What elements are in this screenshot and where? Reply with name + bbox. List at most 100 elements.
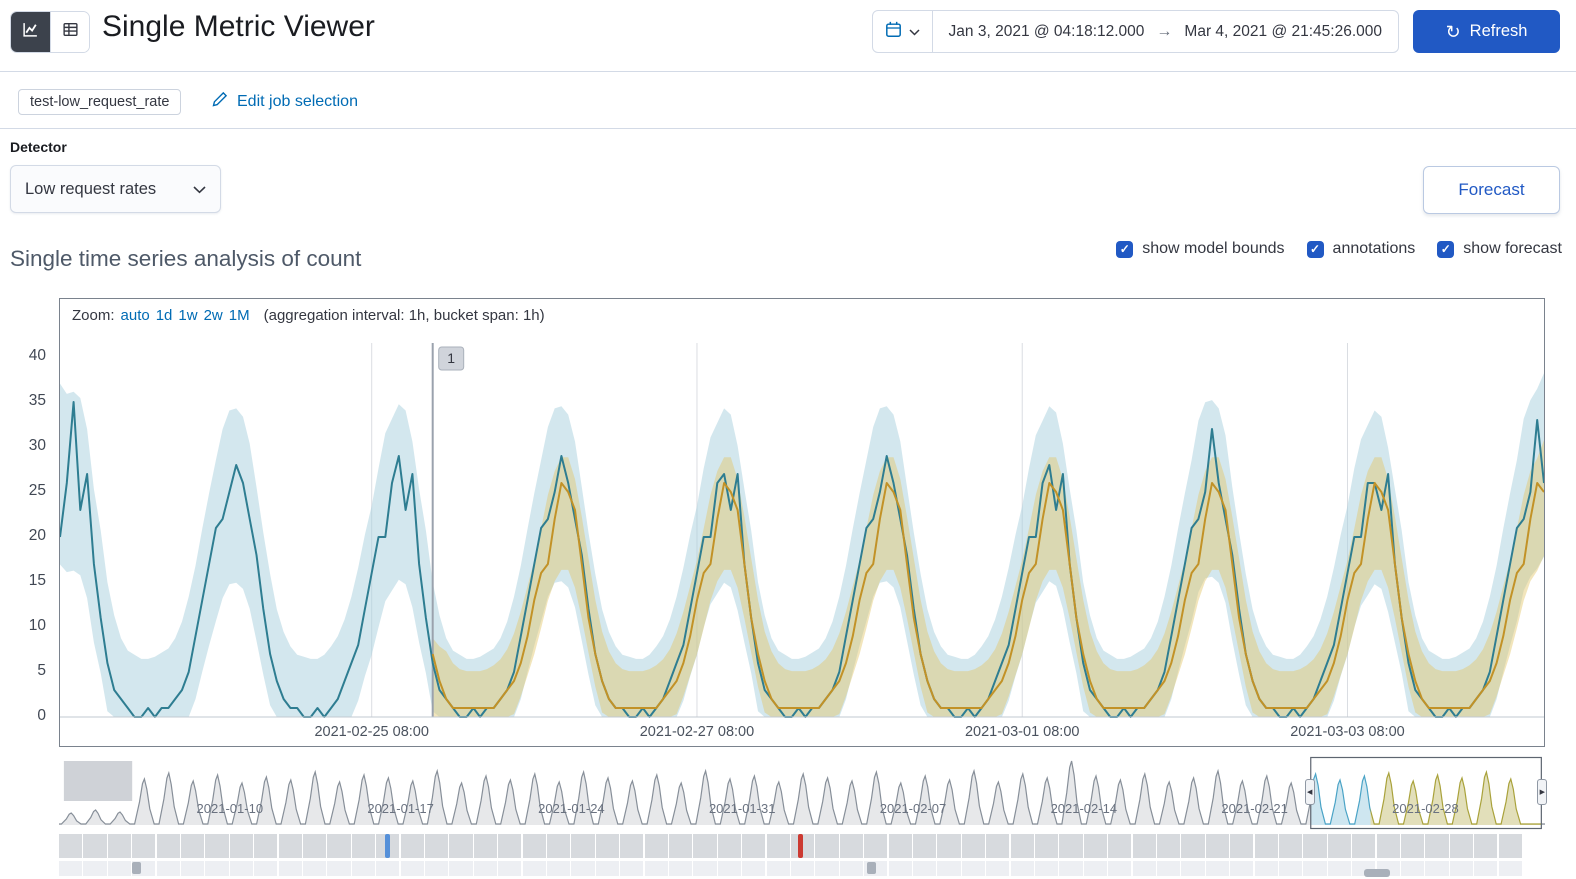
zoom-option-1d[interactable]: 1d (156, 307, 173, 324)
annotations-lane-cell (717, 861, 741, 876)
swimlane-cell[interactable] (449, 834, 473, 858)
swimlane-cell[interactable] (1303, 834, 1327, 858)
swimlane-cell[interactable] (644, 834, 668, 858)
swimlane-cell[interactable] (132, 834, 156, 858)
swimlane-cell[interactable] (1230, 834, 1254, 858)
detector-selected-value: Low request rates (25, 179, 157, 198)
swimlane-cell[interactable] (1083, 834, 1107, 858)
checkbox-annotations[interactable]: ✓ annotations (1306, 240, 1415, 258)
swimlane-cell[interactable] (693, 834, 717, 858)
swimlane-cell[interactable] (1132, 834, 1156, 858)
swimlane-cell[interactable] (864, 834, 888, 858)
start-date[interactable]: Jan 3, 2021 @ 04:18:12.000 (949, 23, 1145, 41)
swimlane-cell[interactable] (815, 834, 839, 858)
annotations-lane-cell (1254, 861, 1278, 876)
swimlane-cell[interactable] (1327, 834, 1351, 858)
annotations-lane-cell (498, 861, 522, 876)
edit-job-selection-link[interactable]: Edit job selection (212, 91, 358, 112)
swimlane-cell[interactable] (425, 834, 449, 858)
swimlane-cell[interactable] (498, 834, 522, 858)
annotations-lane-cell (59, 861, 83, 876)
swimlane-cell[interactable] (1205, 834, 1229, 858)
swimlane-cell[interactable] (888, 834, 912, 858)
swimlane-cell[interactable] (303, 834, 327, 858)
swimlane-cell[interactable] (1059, 834, 1083, 858)
swimlane-cell[interactable] (1254, 834, 1278, 858)
swimlane-cell[interactable] (1449, 834, 1473, 858)
swimlane-cell[interactable] (1498, 834, 1522, 858)
main-chart-svg[interactable]: 2021-02-25 08:00 2021-02-27 08:00 2021-03-… (60, 333, 1544, 746)
context-brush-left-handle[interactable]: ◀ (1304, 779, 1315, 805)
swimlane-cell[interactable] (254, 834, 278, 858)
context-chart[interactable]: 2021-01-10 2021-01-17 2021-01-24 2021-01-31… (59, 756, 1545, 831)
swimlane-cell[interactable] (1035, 834, 1059, 858)
swimlane-cell[interactable] (1352, 834, 1376, 858)
swimlane-cell[interactable] (961, 834, 985, 858)
swimlane-cell[interactable] (571, 834, 595, 858)
swimlane-cell[interactable] (156, 834, 180, 858)
swimlane-cell[interactable] (205, 834, 229, 858)
annotations-lane-cell (913, 861, 937, 876)
zoom-option-1M[interactable]: 1M (229, 307, 250, 324)
swimlane-cell[interactable] (278, 834, 302, 858)
y-axis-label: 35 (28, 392, 46, 409)
swimlane-cell[interactable] (1474, 834, 1498, 858)
swimlane-cell[interactable] (400, 834, 424, 858)
annotation-lane-marker[interactable] (866, 862, 876, 874)
end-date[interactable]: Mar 4, 2021 @ 21:45:26.000 (1184, 23, 1382, 41)
context-x-label: 2021-02-14 (1051, 801, 1118, 816)
swimlane-cell[interactable] (937, 834, 961, 858)
forecast-button[interactable]: Forecast (1423, 166, 1560, 214)
swimlane-cell[interactable] (229, 834, 253, 858)
annotation-lane-marker[interactable] (132, 862, 142, 874)
zoom-option-2w[interactable]: 2w (204, 307, 223, 324)
swimlane-cell[interactable] (839, 834, 863, 858)
swimlane-cell[interactable] (913, 834, 937, 858)
swimlane-cell[interactable] (1425, 834, 1449, 858)
swimlane-cell[interactable] (1108, 834, 1132, 858)
zoom-option-1w[interactable]: 1w (178, 307, 197, 324)
annotations-lane-cell (1498, 861, 1522, 876)
swimlane-cell[interactable] (59, 834, 83, 858)
anomaly-marker-low[interactable] (384, 834, 390, 858)
detector-select[interactable]: Low request rates (10, 165, 221, 213)
annotation-lane-marker[interactable] (1364, 869, 1391, 877)
swimlane-cell[interactable] (327, 834, 351, 858)
swimlane-cell[interactable] (1181, 834, 1205, 858)
swimlane-cell[interactable] (1279, 834, 1303, 858)
swimlane-cell[interactable] (620, 834, 644, 858)
swimlane-cell[interactable] (742, 834, 766, 858)
quick-select-button[interactable] (873, 11, 933, 52)
table-view-button[interactable] (50, 12, 89, 52)
context-brush-right-handle[interactable]: ▶ (1537, 779, 1548, 805)
anomaly-marker-critical[interactable] (798, 834, 804, 858)
swimlane-cell[interactable] (547, 834, 571, 858)
swimlane-cell[interactable] (351, 834, 375, 858)
swimlane-cell[interactable] (1376, 834, 1400, 858)
swimlane-cell[interactable] (181, 834, 205, 858)
main-chart[interactable]: Zoom: auto 1d 1w 2w 1M (aggregation inte… (59, 298, 1545, 747)
checkbox-show-forecast[interactable]: ✓ show forecast (1437, 240, 1562, 258)
swimlane-cell[interactable] (107, 834, 131, 858)
zoom-option-auto[interactable]: auto (121, 307, 150, 324)
svg-text:1: 1 (447, 350, 455, 366)
swimlane-cell[interactable] (473, 834, 497, 858)
swimlane-cell[interactable] (522, 834, 546, 858)
context-x-label: 2021-02-21 (1221, 801, 1288, 816)
checkbox-show-model-bounds[interactable]: ✓ show model bounds (1116, 240, 1285, 258)
annotations-lane-cell (1449, 861, 1473, 876)
swimlane-cell[interactable] (1157, 834, 1181, 858)
swimlane-cell[interactable] (1401, 834, 1425, 858)
refresh-button[interactable]: ↻ Refresh (1413, 10, 1560, 53)
chart-options: ✓ show model bounds ✓ annotations ✓ show… (1116, 240, 1562, 258)
annotations-lane-cell (303, 861, 327, 876)
swimlane-cell[interactable] (669, 834, 693, 858)
swimlane-cell[interactable] (83, 834, 107, 858)
chart-view-button[interactable] (11, 12, 50, 52)
swimlane-cell[interactable] (766, 834, 790, 858)
swimlane-cell[interactable] (986, 834, 1010, 858)
swimlane-cell[interactable] (717, 834, 741, 858)
y-axis-label: 5 (37, 662, 46, 679)
swimlane-cell[interactable] (595, 834, 619, 858)
swimlane-cell[interactable] (1010, 834, 1034, 858)
